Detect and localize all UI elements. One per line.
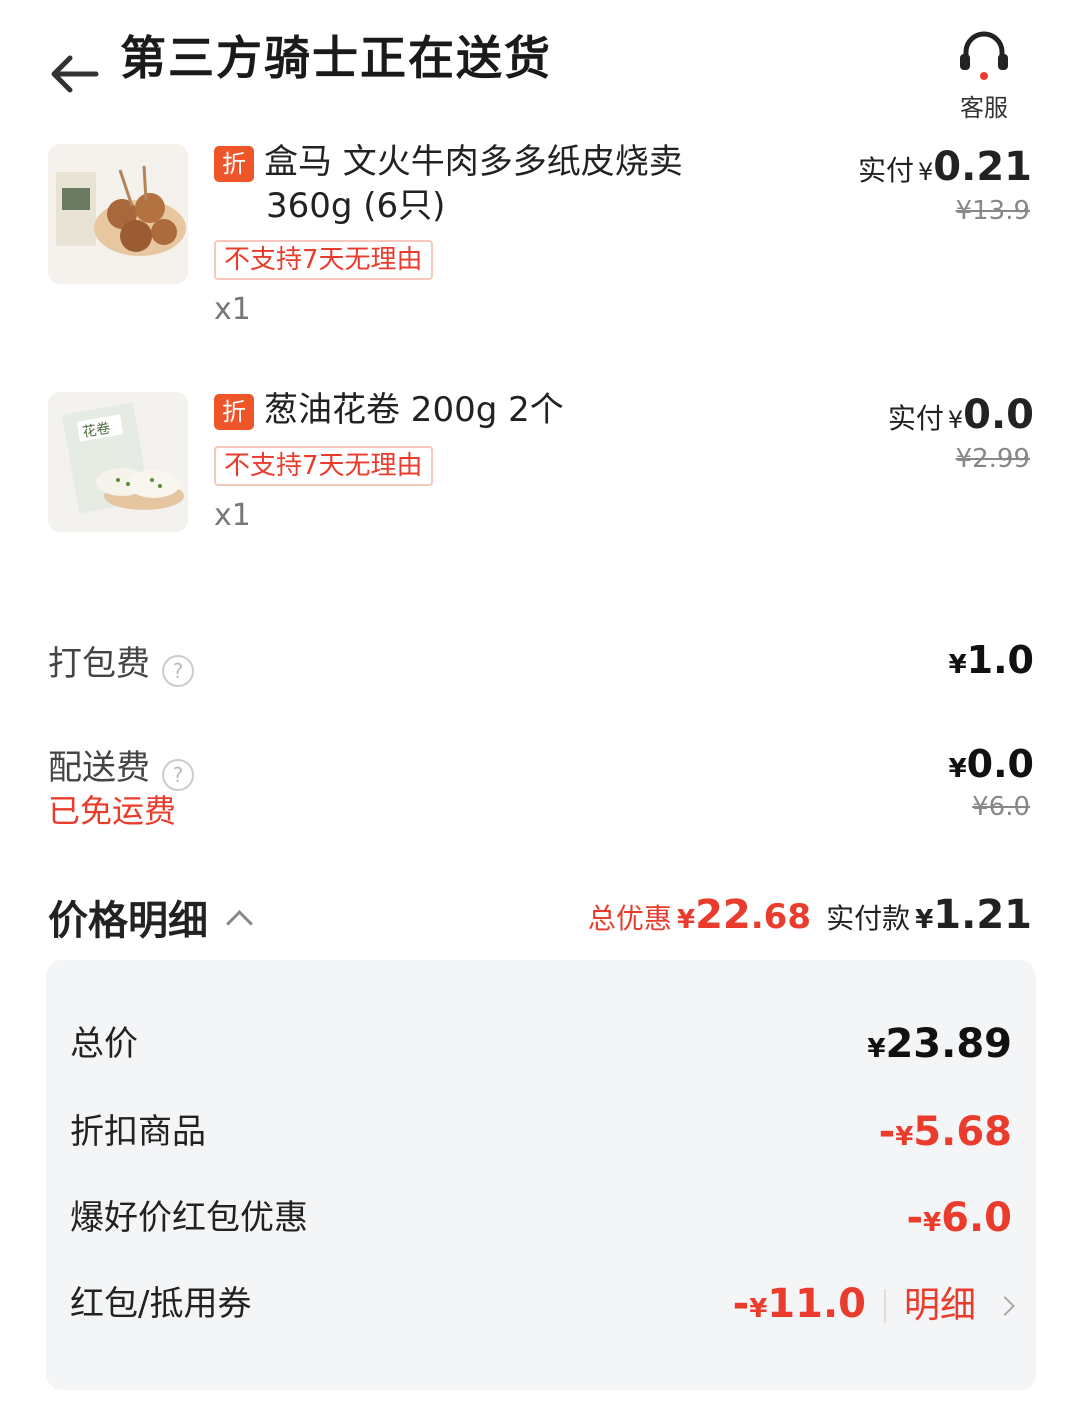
delivery-fee-label: 配送费 — [48, 748, 150, 788]
product-paid-price: 实付 ¥0.21 — [858, 144, 1032, 190]
product-name: 折盒马 文火牛肉多多纸皮烧卖 — [214, 140, 774, 184]
customer-service-label: 客服 — [960, 94, 1008, 122]
product-original-price: ¥13.9 — [955, 196, 1030, 226]
price-detail-toggle[interactable]: 价格明细 — [48, 888, 253, 946]
product-quantity: x1 — [214, 498, 251, 533]
price-value: ¥23.89 — [867, 1021, 1012, 1067]
paid-total-amount: 1.21 — [933, 892, 1032, 938]
packing-fee-label: 打包费 — [48, 644, 150, 684]
chevron-right-icon[interactable] — [995, 1296, 1015, 1316]
back-button[interactable] — [46, 50, 106, 98]
no-return-badge: 不支持7天无理由 — [214, 446, 433, 486]
price-row-discount-items: 折扣商品 -¥5.68 — [70, 1102, 1012, 1162]
price-value: -¥6.0 — [906, 1195, 1012, 1241]
customer-service-button[interactable]: 客服 — [928, 28, 1040, 124]
no-return-badge: 不支持7天无理由 — [214, 240, 433, 280]
delivery-fee-original: ¥6.0 — [972, 792, 1030, 822]
price-row-coupon: 红包/抵用券 -¥11.0 明细 — [70, 1274, 1015, 1334]
price-detail-panel: 总价 ¥23.89 折扣商品 -¥5.68 爆好价红包优惠 -¥6.0 红包/抵… — [46, 960, 1036, 1390]
discount-tag: 折 — [214, 393, 254, 430]
headset-icon — [960, 31, 1008, 80]
coupon-detail-link[interactable]: 明细 — [904, 1285, 976, 1326]
product-quantity: x1 — [214, 292, 251, 327]
product-original-price: ¥2.99 — [955, 444, 1030, 474]
product-paid-price: 实付 ¥0.0 — [887, 392, 1034, 438]
product-name: 折葱油花卷 200g 2个 — [214, 388, 774, 432]
product-image[interactable] — [48, 144, 188, 284]
packing-fee-value: ¥1.0 — [948, 638, 1034, 682]
total-discount-amount: 22 — [695, 892, 751, 938]
delivery-fee-value: ¥0.0 — [948, 742, 1034, 786]
back-arrow-icon — [51, 55, 99, 93]
discount-tag: 折 — [214, 145, 254, 182]
price-summary: 总优惠 ¥22.68 实付款 ¥1.21 — [587, 892, 1032, 938]
free-shipping-note: 已免运费 — [48, 792, 177, 830]
product-spec: 360g (6只) — [266, 186, 446, 226]
product-info[interactable]: 折盒马 文火牛肉多多纸皮烧卖 360g (6只) 不支持7天无理由 x1 — [214, 140, 774, 327]
packing-fee-row: 打包费? — [48, 636, 194, 687]
help-icon[interactable]: ? — [162, 654, 194, 687]
divider — [883, 1289, 886, 1323]
shaomai-product-image — [48, 144, 188, 284]
huajuan-product-image: 花卷 — [48, 392, 188, 532]
price-value: -¥5.68 — [878, 1109, 1012, 1155]
price-row-total: 总价 ¥23.89 — [70, 1014, 1012, 1074]
price-row-red-packet: 爆好价红包优惠 -¥6.0 — [70, 1188, 1012, 1248]
product-image[interactable]: 花卷 — [48, 392, 188, 532]
product-info[interactable]: 折葱油花卷 200g 2个 不支持7天无理由 x1 — [214, 388, 774, 533]
paid-total-label: 实付款 — [826, 902, 911, 935]
chevron-up-icon — [226, 909, 253, 937]
coupon-value: -¥11.0 明细 — [733, 1274, 1015, 1339]
price-detail-title: 价格明细 — [48, 898, 208, 944]
total-discount-label: 总优惠 — [587, 902, 672, 935]
page-title: 第三方骑士正在送货 — [120, 31, 552, 85]
delivery-fee-row: 配送费? — [48, 740, 194, 791]
